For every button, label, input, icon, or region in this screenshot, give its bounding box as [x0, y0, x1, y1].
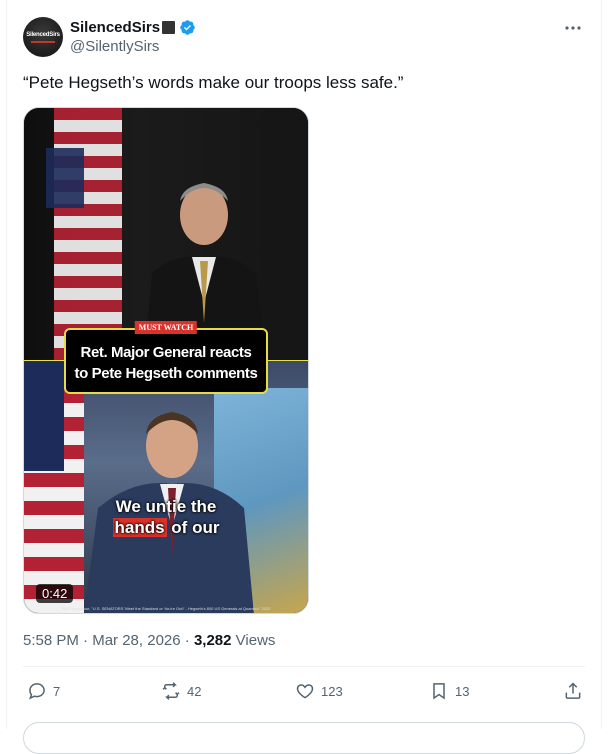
display-name[interactable]: SilencedSirs	[70, 19, 160, 36]
reply-count: 7	[53, 683, 61, 699]
reply-icon	[29, 683, 45, 700]
views-count: 3,282	[193, 632, 232, 649]
author-handle[interactable]: @SilentlySirs	[70, 38, 159, 55]
separator	[23, 666, 585, 667]
action-bar: 7 42 123 13	[23, 676, 585, 706]
tweet-card: SilencedSirs SilencedSirs @SilentlySirs …	[6, 0, 602, 754]
caption-line-2: hands of our	[24, 517, 308, 538]
flag-canton-bottom	[24, 361, 64, 471]
caption-line-1: We untie the	[115, 497, 217, 516]
video-duration: 0:42	[36, 584, 74, 603]
headline-line-2: to Pete Hegseth comments	[74, 365, 258, 382]
tweet-time[interactable]: 5:58 PM	[23, 632, 79, 649]
reply-input-box[interactable]	[23, 722, 585, 754]
american-flag-top	[54, 108, 122, 361]
caption-highlight: hands	[112, 518, 167, 537]
like-button[interactable]: 123	[295, 676, 343, 706]
video-player[interactable]: MUST WATCH Ret. Major General reacts to …	[23, 107, 309, 614]
flag-canton-top	[46, 148, 84, 208]
reply-button[interactable]: 7	[27, 676, 60, 706]
avatar-logo-text: SilencedSirs	[26, 32, 60, 38]
author-name-row[interactable]: SilencedSirs	[70, 17, 196, 37]
must-watch-badge: MUST WATCH	[134, 321, 198, 334]
black-square-emoji	[162, 20, 176, 34]
share-button[interactable]	[563, 676, 583, 706]
meta-dot: ·	[184, 632, 194, 649]
tweet-date[interactable]: Mar 28, 2026	[92, 632, 180, 649]
share-icon	[565, 682, 581, 699]
views-label: Views	[235, 632, 276, 649]
tweet-text: “Pete Hegseth’s words make our troops le…	[23, 73, 404, 92]
more-options-icon[interactable]	[563, 18, 583, 38]
tweet-metadata: 5:58 PM · Mar 28, 2026 · 3,282 Views	[23, 632, 275, 649]
avatar[interactable]: SilencedSirs	[23, 17, 63, 57]
caption-line-2-rest: of our	[166, 518, 220, 537]
bookmark-icon	[433, 683, 445, 700]
repost-button[interactable]: 42	[161, 676, 201, 706]
heart-icon	[296, 684, 314, 699]
like-count: 123	[321, 683, 343, 699]
repost-icon	[162, 682, 180, 700]
bookmark-button[interactable]: 13	[429, 676, 469, 706]
avatar-logo-bar	[31, 41, 55, 43]
headline-banner: MUST WATCH Ret. Major General reacts to …	[64, 321, 268, 394]
verified-badge-icon[interactable]	[179, 19, 196, 36]
repost-count: 42	[187, 683, 202, 699]
video-credit: PBS NewsHour, "U.S. SENATORS 'Meet the S…	[61, 606, 271, 611]
video-caption: We untie the hands of our	[24, 496, 308, 538]
bookmark-count: 13	[455, 683, 470, 699]
meta-dot: ·	[83, 632, 93, 649]
headline-line-1: Ret. Major General reacts	[80, 344, 252, 361]
